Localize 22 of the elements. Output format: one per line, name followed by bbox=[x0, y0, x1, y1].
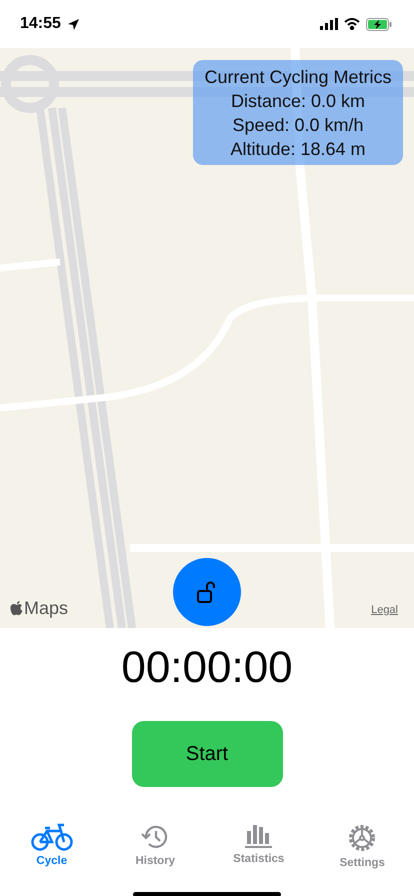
legal-link[interactable]: Legal bbox=[371, 604, 398, 616]
wifi-icon bbox=[344, 18, 360, 30]
metric-line: Altitude: 18.64 m bbox=[230, 138, 366, 160]
settings-icon bbox=[347, 823, 378, 853]
start-button[interactable]: Start bbox=[132, 721, 282, 787]
padlock-icon bbox=[196, 580, 218, 604]
apple-logo-icon bbox=[10, 601, 23, 616]
status-time: 14:55 bbox=[20, 15, 61, 33]
maps-logo-text: Maps bbox=[24, 598, 68, 619]
metric-line: Distance: 0.0 km bbox=[230, 90, 366, 112]
bar-chart-icon bbox=[244, 823, 273, 849]
bicycle-icon bbox=[30, 823, 73, 851]
metrics-title: Current Cycling Metrics bbox=[204, 66, 392, 88]
battery-charging-icon bbox=[366, 18, 392, 30]
tab-item[interactable]: Settings bbox=[310, 823, 414, 869]
tab-item[interactable]: Statistics bbox=[207, 823, 310, 869]
tab-item[interactable]: History bbox=[104, 823, 207, 869]
signal-icon bbox=[320, 18, 338, 30]
metric-line: Speed: 0.0 km/h bbox=[232, 114, 364, 136]
location-arrow-icon bbox=[66, 18, 80, 30]
timer-display: 00:00:00 bbox=[120, 642, 294, 694]
tab-item[interactable]: Cycle bbox=[0, 823, 104, 869]
